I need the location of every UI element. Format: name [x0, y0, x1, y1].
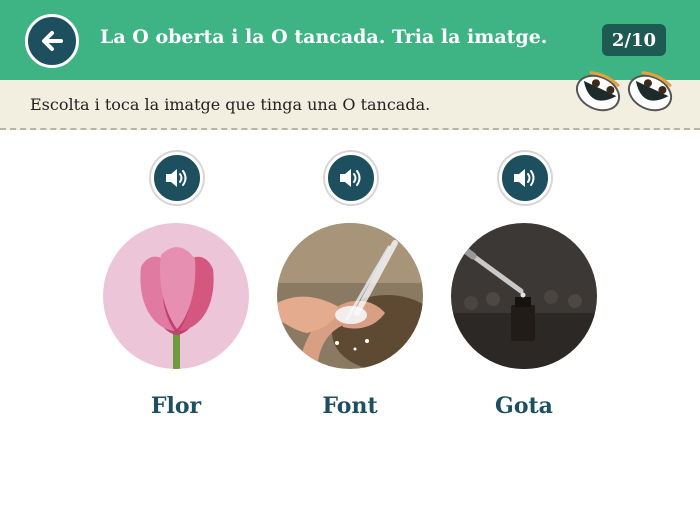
back-button[interactable] [25, 14, 79, 68]
image-font[interactable] [277, 223, 423, 369]
option-gota: Gota [449, 150, 599, 430]
progress-counter: 2/10 [602, 24, 666, 56]
option-flor: Flor [101, 150, 251, 430]
image-gota[interactable] [451, 223, 597, 369]
arrow-left-icon [42, 31, 63, 51]
mascot-eyes-icon [575, 71, 673, 112]
speaker-icon [514, 169, 535, 187]
word-label: Font [322, 393, 378, 419]
option-font: Font [275, 150, 425, 430]
speaker-icon [166, 169, 187, 187]
word-label: Flor [150, 393, 202, 419]
page-title: La O oberta i la O tancada. Tria la imat… [100, 26, 548, 48]
audio-button-flor[interactable] [151, 152, 203, 204]
audio-button-gota[interactable] [499, 152, 551, 204]
speaker-icon [340, 169, 361, 187]
image-flor[interactable] [103, 223, 249, 369]
audio-button-font[interactable] [325, 152, 377, 204]
word-label: Gota [495, 393, 553, 419]
instruction-text: Escolta i toca la imatge que tinga una O… [30, 95, 431, 114]
